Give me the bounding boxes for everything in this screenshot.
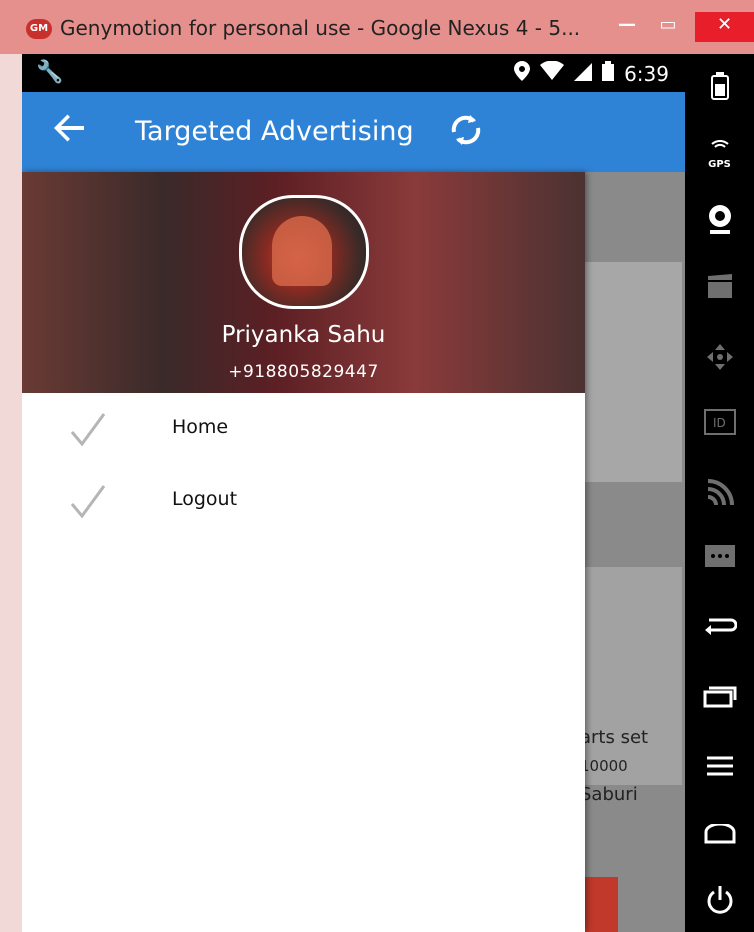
power-icon[interactable] (685, 884, 754, 923)
avatar[interactable] (239, 195, 369, 309)
drawer-item-label: Home (172, 416, 229, 438)
check-icon (68, 410, 108, 450)
phone-screen: 🔧 6:39 Targeted Advertising arts set 100… (22, 54, 685, 932)
maximize-button[interactable]: ▭ (650, 12, 686, 42)
signal-icon (574, 62, 593, 86)
background-card (582, 262, 682, 482)
back-icon[interactable] (685, 616, 754, 647)
svg-text:ID: ID (713, 416, 726, 430)
avatar-photo (272, 216, 332, 286)
location-icon (514, 61, 531, 86)
background-card-image (582, 567, 682, 785)
refresh-icon[interactable] (442, 106, 490, 154)
drawer-item-home[interactable]: Home (22, 400, 585, 460)
check-icon (68, 482, 108, 522)
window-titlebar: GM Genymotion for personal use - Google … (0, 0, 754, 54)
profile-name: Priyanka Sahu (221, 322, 386, 348)
battery-status-icon (602, 61, 615, 86)
app-title: Targeted Advertising (135, 116, 414, 147)
background-item-title: arts set (580, 727, 649, 748)
background-item-price: 10000 (580, 757, 628, 775)
minimize-button[interactable]: — (612, 12, 642, 42)
navigation-drawer: Priyanka Sahu +918805829447 Home Logout (22, 172, 585, 932)
window-title: Genymotion for personal use - Google Nex… (60, 16, 581, 40)
emulator-window: GM Genymotion for personal use - Google … (0, 0, 754, 932)
more-icon[interactable] (685, 544, 754, 577)
close-button[interactable]: ✕ (695, 12, 754, 42)
recent-apps-icon[interactable] (685, 684, 754, 715)
status-time: 6:39 (624, 61, 669, 86)
camera-icon[interactable] (685, 204, 754, 241)
genymotion-logo-icon: GM (26, 19, 52, 39)
back-arrow-icon[interactable] (52, 110, 88, 155)
drawer-item-logout[interactable]: Logout (22, 472, 585, 532)
move-icon[interactable] (685, 342, 754, 379)
window-left-edge (0, 54, 22, 932)
id-icon[interactable]: ID (685, 409, 754, 439)
menu-icon[interactable] (685, 754, 754, 785)
home-icon[interactable] (685, 822, 754, 855)
rss-icon[interactable] (685, 479, 754, 514)
emulator-sidebar: GPS ID (685, 54, 754, 932)
drawer-header: Priyanka Sahu +918805829447 (22, 172, 585, 393)
wifi-icon (540, 60, 565, 86)
wrench-icon: 🔧 (36, 60, 64, 85)
background-thumbnail (582, 877, 618, 932)
status-bar: 🔧 6:39 (22, 54, 685, 92)
drawer-item-label: Logout (172, 488, 238, 510)
battery-icon[interactable] (685, 72, 754, 107)
background-item-seller: Saburi (580, 784, 638, 805)
clapper-icon[interactable] (685, 274, 754, 307)
profile-phone: +918805829447 (228, 362, 379, 382)
app-bar: Targeted Advertising (22, 92, 685, 172)
gps-icon[interactable]: GPS (685, 140, 754, 170)
